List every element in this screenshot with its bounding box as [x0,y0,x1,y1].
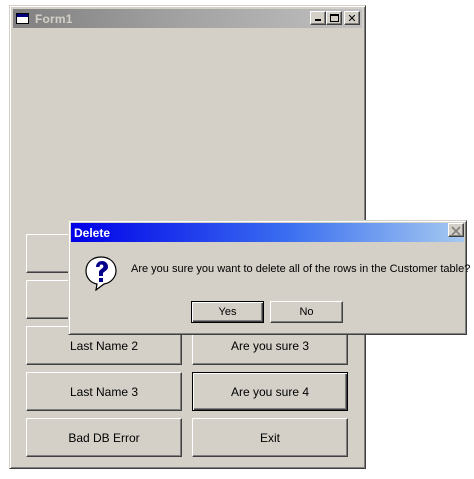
yes-button[interactable]: Yes [191,301,264,323]
form-window-icon[interactable] [15,11,31,27]
dialog-close-button[interactable] [448,223,464,237]
delete-dialog-titlebar[interactable]: Delete [71,223,464,242]
minimize-button[interactable] [310,11,326,25]
close-button[interactable]: ✕ [344,11,360,25]
dialog-message: Are you sure you want to delete all of t… [131,263,471,275]
close-icon [451,226,461,236]
no-button[interactable]: No [270,301,343,323]
last-name-3-button[interactable]: Last Name 3 [26,372,182,411]
delete-dialog: Delete Are you sure you want to delete a… [68,220,471,335]
are-you-sure-4-button[interactable]: Are you sure 4 [192,372,348,411]
question-icon [85,256,117,291]
exit-button[interactable]: Exit [192,418,348,457]
maximize-button[interactable] [326,11,342,25]
caption-buttons: ✕ [310,11,360,25]
bad-db-error-button[interactable]: Bad DB Error [26,418,182,457]
dialog-title: Delete [74,225,111,240]
minimize-icon [315,19,321,21]
form1-titlebar[interactable]: Form1 ✕ [13,9,362,28]
close-icon: ✕ [347,11,357,25]
form1-title: Form1 [35,11,73,26]
maximize-icon [330,14,339,22]
